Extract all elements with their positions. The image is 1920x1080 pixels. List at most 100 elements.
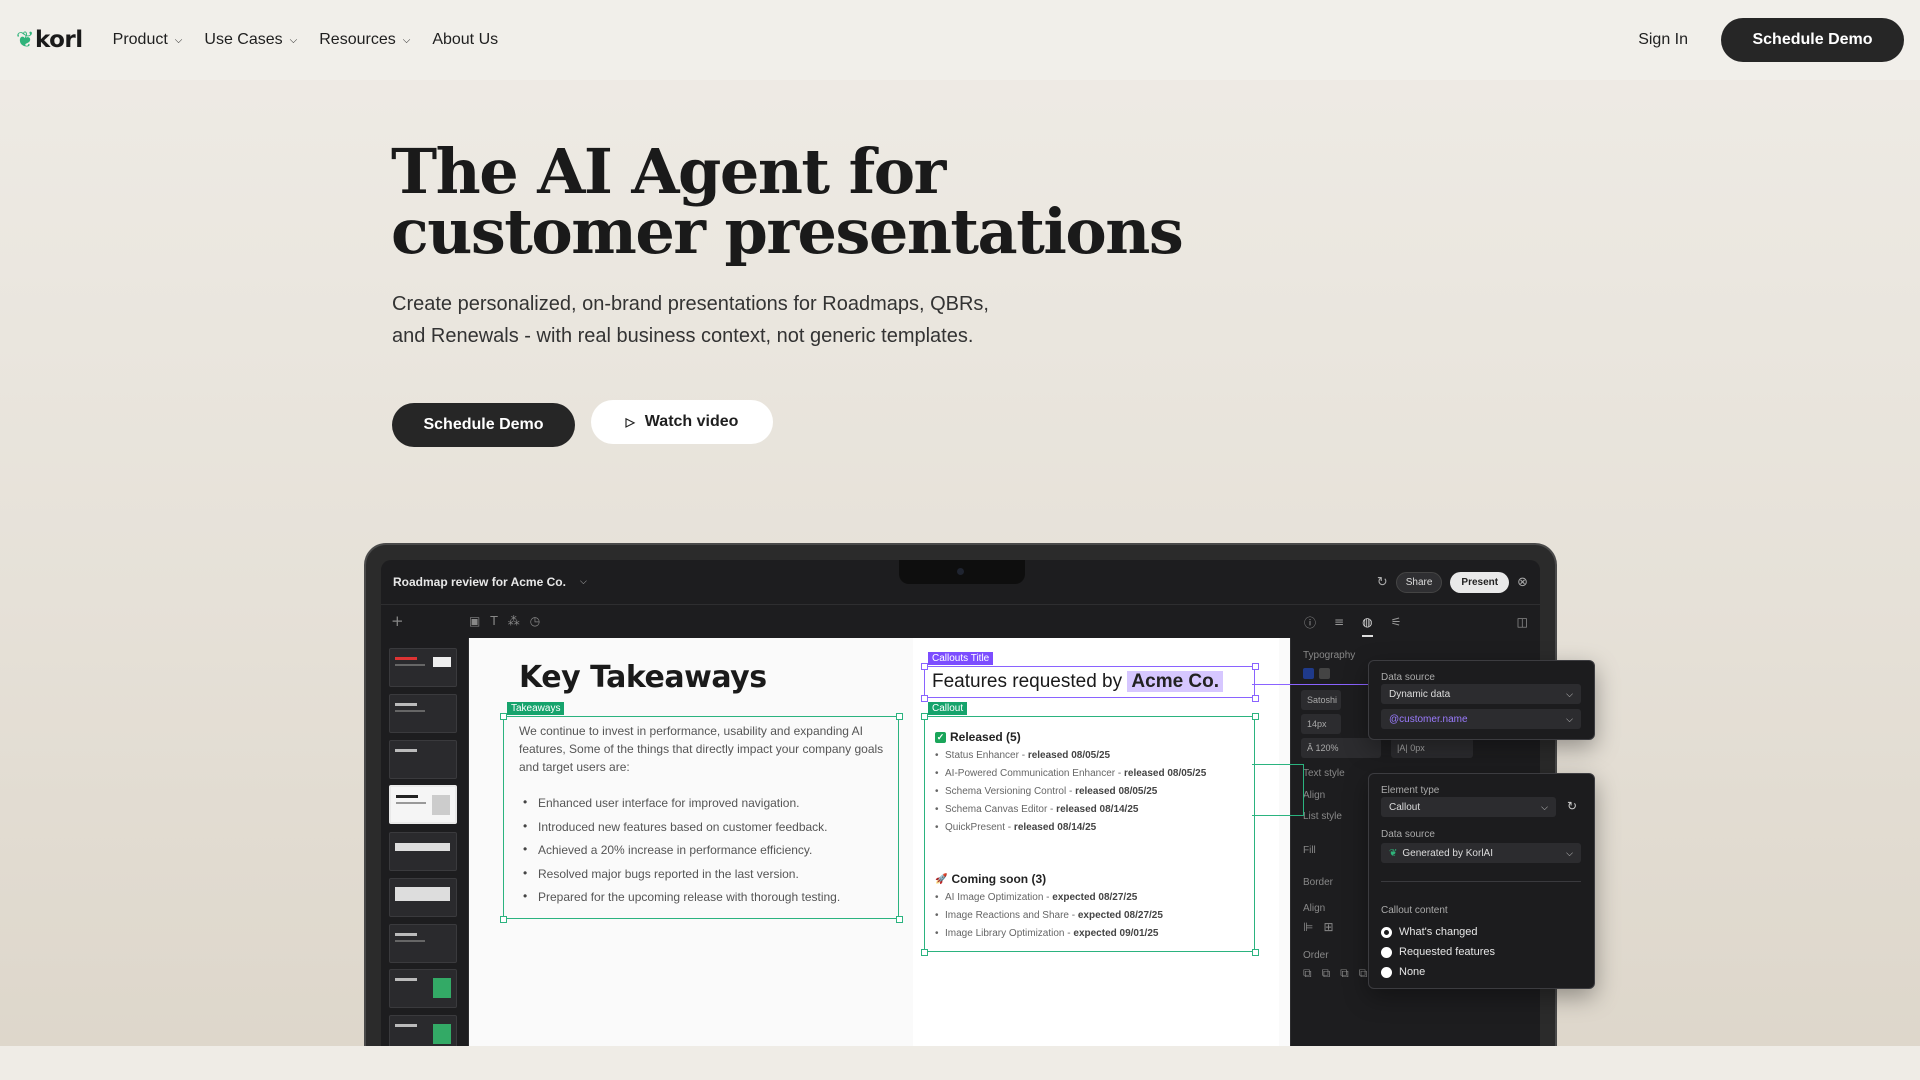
line-height-field[interactable]: Â 120% <box>1301 738 1381 758</box>
nav-actions: Sign In Schedule Demo <box>1638 18 1904 62</box>
chevron-down-icon: ⌵ <box>402 35 411 46</box>
slide-thumbnail[interactable] <box>389 878 457 917</box>
send-backward-icon[interactable]: ⧉ <box>1340 966 1349 981</box>
radio-icon <box>1381 946 1392 958</box>
resize-handle[interactable] <box>921 663 928 670</box>
send-back-icon[interactable]: ⧉ <box>1359 966 1368 981</box>
watch-video-button[interactable]: ▷ Watch video <box>591 400 773 444</box>
info-icon[interactable]: ⓘ <box>1304 614 1316 631</box>
watch-video-label: Watch video <box>644 413 739 430</box>
slide-thumbnail[interactable] <box>389 924 457 963</box>
ai-data-source-select[interactable]: ❦ Generated by KorlAI ⌵ <box>1381 843 1581 863</box>
fill-label: Fill <box>1303 845 1316 856</box>
resize-handle[interactable] <box>500 713 507 720</box>
slide-thumbnail[interactable] <box>389 648 457 687</box>
list-item: QuickPresent - released 08/14/25 <box>935 822 1275 840</box>
list-icon[interactable]: ≡ <box>1334 615 1344 629</box>
refresh-icon[interactable]: ↻ <box>1567 799 1577 813</box>
schedule-demo-button[interactable]: Schedule Demo <box>1721 18 1904 62</box>
font-size-field[interactable]: 14px <box>1301 714 1341 734</box>
refresh-icon[interactable]: ↻ <box>1377 575 1388 590</box>
panel-toggle-icon[interactable]: ◫ <box>1517 615 1528 629</box>
bring-forward-icon[interactable]: ⧉ <box>1322 966 1331 981</box>
image-icon[interactable]: ▣ <box>469 614 480 628</box>
line-height-icon: Â <box>1307 743 1316 753</box>
takeaways-intro: We continue to invest in performance, us… <box>519 724 884 774</box>
nav-item-use-cases[interactable]: Use Cases ⌵ <box>204 31 297 49</box>
list-item: Schema Versioning Control - released 08/… <box>935 786 1275 804</box>
resize-handle[interactable] <box>921 695 928 702</box>
sign-in-link[interactable]: Sign In <box>1638 31 1688 49</box>
resize-handle[interactable] <box>1252 949 1259 956</box>
chevron-down-icon: ⌵ <box>174 35 183 46</box>
slide-thumbnail[interactable] <box>389 832 457 871</box>
radio-requested-features[interactable]: Requested features <box>1381 946 1495 958</box>
clock-icon[interactable]: ◷ <box>530 614 540 628</box>
resize-handle[interactable] <box>1252 713 1259 720</box>
slide-heading[interactable]: Key Takeaways <box>519 660 767 695</box>
text-style-label: Text style <box>1303 768 1345 779</box>
callout-content-label: Callout content <box>1381 905 1448 916</box>
color-swatch[interactable] <box>1319 668 1330 679</box>
callouts-title-tag: Callouts Title <box>928 652 994 665</box>
panel-tabs: ⓘ ≡ ◍ ⚟ ◫ <box>1290 605 1540 639</box>
chevron-down-icon: ⌵ <box>1566 847 1573 858</box>
chevron-down-icon: ⌵ <box>1566 713 1573 724</box>
list-item: Prepared for the upcoming release with t… <box>519 889 899 914</box>
present-button[interactable]: Present <box>1450 571 1510 593</box>
nav-item-product[interactable]: Product ⌵ <box>113 31 183 49</box>
radio-whats-changed[interactable]: What's changed <box>1381 926 1478 938</box>
nav-item-about-us[interactable]: About Us <box>432 31 498 49</box>
features-title[interactable]: Features requested by Acme Co. <box>932 671 1224 693</box>
nav-item-resources[interactable]: Resources ⌵ <box>319 31 410 49</box>
hero-subtitle: Create personalized, on-brand presentati… <box>392 288 1072 352</box>
korl-logo[interactable]: ❦ korl <box>16 27 83 53</box>
typography-label: Typography <box>1303 650 1356 661</box>
insert-tools: ▣ T ⁂ ◷ <box>469 614 540 628</box>
resize-handle[interactable] <box>921 949 928 956</box>
resize-handle[interactable] <box>1252 663 1259 670</box>
play-icon: ▷ <box>625 415 635 429</box>
shapes-icon[interactable]: ⁂ <box>508 614 520 628</box>
list-item: Schema Canvas Editor - released 08/14/25 <box>935 804 1275 822</box>
slide-thumbnail[interactable] <box>389 694 457 733</box>
hero-schedule-demo-button[interactable]: Schedule Demo <box>392 403 575 447</box>
hero-subtitle-line: Create personalized, on-brand presentati… <box>392 293 989 315</box>
divider <box>1381 881 1581 882</box>
order-tools: ⧉ ⧉ ⧉ ⧉ <box>1303 966 1367 981</box>
resize-handle[interactable] <box>896 713 903 720</box>
slide-thumbnail[interactable] <box>389 740 457 779</box>
resize-handle[interactable] <box>896 916 903 923</box>
document-title[interactable]: Roadmap review for Acme Co. <box>393 575 566 589</box>
resize-handle[interactable] <box>500 916 507 923</box>
letter-spacing-field[interactable]: |A| 0px <box>1391 738 1473 758</box>
top-nav: ❦ korl Product ⌵ Use Cases ⌵ Resources ⌵… <box>0 0 1920 80</box>
line-height-value: 120% <box>1315 743 1339 753</box>
slide-thumbnail-selected[interactable] <box>389 785 457 824</box>
slide-thumbnail[interactable] <box>389 969 457 1008</box>
slide-canvas[interactable]: Key Takeaways Takeaways We continue to i… <box>469 638 1309 1080</box>
align-left-icon[interactable]: ⊫ <box>1303 920 1313 934</box>
text-icon[interactable]: T <box>490 614 497 628</box>
close-icon[interactable]: ⊗ <box>1517 575 1528 590</box>
list-style-label: List style <box>1303 811 1342 822</box>
hero-subtitle-line: and Renewals - with real business contex… <box>392 325 974 347</box>
data-source-select[interactable]: Dynamic data ⌵ <box>1381 684 1581 704</box>
list-item: Resolved major bugs reported in the last… <box>519 866 899 891</box>
radio-none[interactable]: None <box>1381 966 1425 978</box>
font-family-field[interactable]: Satoshi <box>1301 690 1341 710</box>
resize-handle[interactable] <box>921 713 928 720</box>
app-header-actions: ↻ Share Present ⊗ <box>1377 571 1528 593</box>
chevron-down-icon[interactable]: ⌵ <box>580 577 587 587</box>
list-item: AI Image Optimization - expected 08/27/2… <box>935 892 1275 910</box>
share-button[interactable]: Share <box>1395 571 1443 593</box>
settings-sliders-icon[interactable]: ⚟ <box>1391 615 1402 629</box>
resize-handle[interactable] <box>1252 695 1259 702</box>
element-type-select[interactable]: Callout ⌵ <box>1381 797 1556 817</box>
style-tab-icon[interactable]: ◍ <box>1362 607 1373 637</box>
align-center-icon[interactable]: ⊞ <box>1323 920 1333 934</box>
variable-select[interactable]: @customer.name ⌵ <box>1381 709 1581 729</box>
bring-front-icon[interactable]: ⧉ <box>1303 966 1312 981</box>
add-slide-icon[interactable]: + <box>391 612 404 630</box>
color-swatch[interactable] <box>1303 668 1314 679</box>
